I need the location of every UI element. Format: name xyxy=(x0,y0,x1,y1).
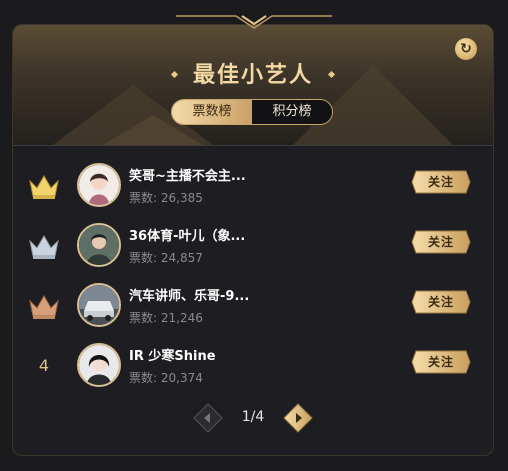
refresh-icon[interactable]: ↻ xyxy=(455,38,477,60)
artist-name[interactable]: 汽车讲师、乐哥-9... xyxy=(129,285,249,304)
vote-count: 票数: 21,246 xyxy=(129,311,203,325)
follow-button[interactable]: 关注 xyxy=(411,290,471,314)
list-item: 36体育-叶儿（象... 票数: 24,857 关注 xyxy=(13,217,493,277)
follow-button[interactable]: 关注 xyxy=(411,230,471,254)
panel-title-text: 最佳小艺人 xyxy=(192,63,313,88)
rank-number: 4 xyxy=(38,356,50,375)
follow-button-label: 关注 xyxy=(427,355,454,369)
artist-name[interactable]: 笑哥~主播不会主... xyxy=(129,165,246,184)
rank-badge xyxy=(27,231,61,261)
rank-badge xyxy=(27,171,61,201)
follow-button-label: 关注 xyxy=(427,235,454,249)
prev-page-button[interactable] xyxy=(193,403,223,433)
diamond-ornament-right xyxy=(327,70,336,78)
follow-button-label: 关注 xyxy=(427,175,454,189)
chevron-right-icon xyxy=(283,403,313,433)
vote-count: 票数: 24,857 xyxy=(129,251,203,265)
avatar[interactable] xyxy=(77,283,121,327)
diamond-ornament-left xyxy=(170,70,179,78)
artist-name[interactable]: 36体育-叶儿（象... xyxy=(129,225,245,244)
tab-votes[interactable]: 票数榜 xyxy=(172,100,252,124)
next-page-button[interactable] xyxy=(283,403,313,433)
gold-crown-icon xyxy=(29,175,59,199)
chevron-left-icon xyxy=(193,403,223,433)
avatar[interactable] xyxy=(77,223,121,267)
vote-count: 票数: 26,385 xyxy=(129,191,203,205)
list-item: 汽车讲师、乐哥-9... 票数: 21,246 关注 xyxy=(13,277,493,337)
silver-crown-icon xyxy=(29,235,59,259)
panel-title: 最佳小艺人 xyxy=(13,57,493,89)
follow-button-label: 关注 xyxy=(427,295,454,309)
artist-name[interactable]: IR 少寒Shine xyxy=(129,345,216,364)
list-item: 4 IR 少寒Shine 票数: 20,374 关注 xyxy=(13,337,493,397)
best-artist-panel: 最佳小艺人 ↻ 票数榜 积分榜 笑哥~主播不会主... 票数: 26,385 关… xyxy=(12,24,494,456)
header-divider xyxy=(13,145,493,146)
bronze-crown-icon xyxy=(29,295,59,319)
avatar[interactable] xyxy=(77,163,121,207)
follow-button[interactable]: 关注 xyxy=(411,350,471,374)
pagination: 1/4 xyxy=(13,403,493,433)
tab-points[interactable]: 积分榜 xyxy=(252,100,332,124)
avatar[interactable] xyxy=(77,343,121,387)
follow-button[interactable]: 关注 xyxy=(411,170,471,194)
ranking-tabs: 票数榜 积分榜 xyxy=(171,99,333,125)
header-top-ornament xyxy=(176,15,332,29)
list-item: 笑哥~主播不会主... 票数: 26,385 关注 xyxy=(13,157,493,217)
page-indicator: 1/4 xyxy=(241,409,265,425)
rank-badge xyxy=(27,291,61,321)
panel-header: 最佳小艺人 ↻ 票数榜 积分榜 xyxy=(13,25,493,145)
vote-count: 票数: 20,374 xyxy=(129,371,203,385)
